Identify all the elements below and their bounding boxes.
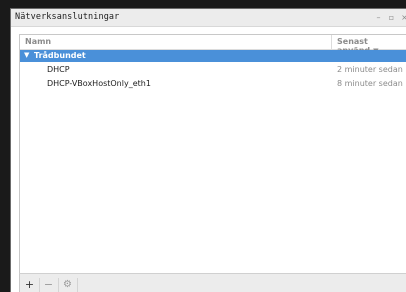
expander-arrow-icon[interactable]: ▼ [24,51,29,59]
list-toolbar: + − ⚙ [19,273,406,292]
connection-row-dhcp[interactable]: DHCP 2 minuter sedan [20,62,406,76]
connection-last-used: 2 minuter sedan [337,65,403,74]
close-icon[interactable]: × [400,13,406,22]
group-row-wired[interactable]: ▼ Trådbundet [20,50,406,62]
connection-last-used: 8 minuter sedan [337,79,403,88]
connection-row-vboxhostonly[interactable]: DHCP-VBoxHostOnly_eth1 8 minuter sedan [20,76,406,90]
minimize-icon[interactable]: – [374,13,383,22]
column-divider[interactable] [331,35,332,49]
group-label: Trådbundet [34,51,86,60]
window-title: Nätverksanslutningar [15,12,120,22]
connection-name: DHCP [47,65,70,74]
add-connection-button[interactable]: + [20,274,39,292]
list-header: Namn Senast använd▼ [20,35,406,55]
toolbar-divider [77,278,78,292]
remove-connection-button[interactable]: − [39,274,58,292]
window-content: Namn Senast använd▼ ▼ Trådbundet DHCP 2 … [11,27,406,292]
maximize-icon[interactable]: ▫ [387,13,396,22]
gear-icon[interactable]: ⚙ [58,274,77,292]
column-header-name[interactable]: Namn [25,37,51,46]
title-bar[interactable]: Nätverksanslutningar – ▫ × [11,9,406,27]
connection-name: DHCP-VBoxHostOnly_eth1 [47,79,151,88]
network-connections-window: Nätverksanslutningar – ▫ × Namn Senast a… [10,8,406,292]
connections-list[interactable]: Namn Senast använd▼ ▼ Trådbundet DHCP 2 … [19,34,406,274]
